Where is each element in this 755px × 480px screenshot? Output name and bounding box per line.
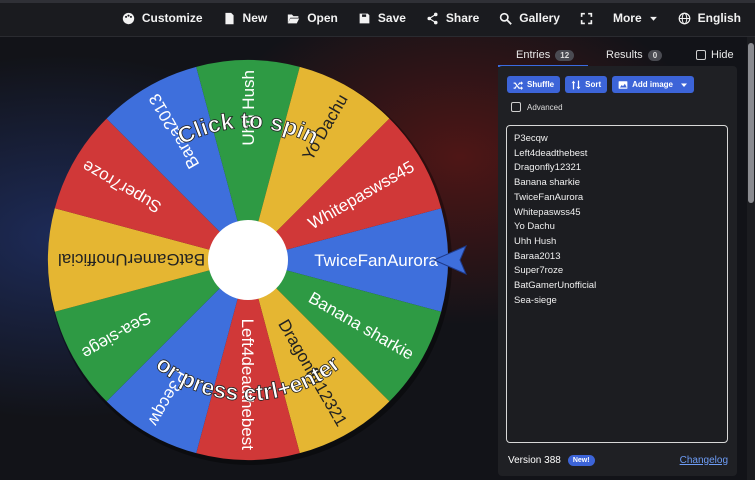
page-scrollbar[interactable]	[747, 37, 755, 480]
changelog-link[interactable]: Changelog	[680, 455, 728, 466]
advanced-label: Advanced	[527, 102, 563, 112]
sort-label: Sort	[585, 80, 602, 89]
entry-line: Whitepaswss45	[514, 206, 581, 218]
wheel-hub[interactable]	[208, 220, 288, 300]
entries-count-badge: 12	[555, 49, 575, 61]
entry-line: P3ecqw	[514, 133, 548, 144]
sort-button[interactable]: Sort	[565, 76, 608, 93]
scrollbar-thumb[interactable]	[748, 43, 754, 203]
version-footer: Version 388 New! Changelog	[508, 452, 728, 468]
shuffle-icon	[513, 80, 523, 90]
tab-entries[interactable]: Entries 12	[516, 49, 575, 61]
panel-tabs: Entries 12 Results 0 Hide	[498, 44, 737, 67]
entry-line: Left4deadthebest	[514, 147, 588, 159]
wheel-segment-label: TwiceFanAurora	[314, 251, 438, 270]
advanced-checkbox[interactable]	[511, 102, 521, 112]
shuffle-button[interactable]: Shuffle	[507, 76, 561, 93]
add-image-button[interactable]: Add image	[612, 76, 695, 93]
new-badge: New!	[567, 454, 595, 466]
sort-icon	[571, 80, 581, 89]
advanced-toggle[interactable]: Advanced	[511, 102, 563, 112]
results-count-badge: 0	[647, 49, 663, 61]
image-icon	[618, 80, 628, 89]
entry-line: BatGamerUnofficial	[514, 280, 597, 292]
tab-entries-label: Entries	[516, 49, 551, 61]
entry-line: Yo Dachu	[514, 221, 555, 233]
entry-line: Baraa2013	[514, 250, 561, 262]
add-image-label: Add image	[632, 80, 674, 89]
entries-panel: Shuffle Sort Add image Advanced P3ecqw Le…	[498, 66, 737, 476]
entry-line: Sea-siege	[514, 294, 557, 306]
hide-checkbox[interactable]	[696, 50, 706, 60]
more-menu[interactable]: More	[613, 11, 658, 25]
hide-label: Hide	[711, 49, 734, 61]
fullscreen-icon	[580, 12, 593, 24]
hide-toggle[interactable]: Hide	[696, 49, 734, 61]
language-label: English	[697, 11, 741, 25]
entry-line: Uhh Hush	[514, 235, 557, 247]
tab-results[interactable]: Results 0	[606, 49, 663, 61]
search-icon	[500, 12, 513, 25]
wheel-area[interactable]: TwiceFanAurora Banana sharkie Dragonfly123…	[0, 0, 490, 480]
wheel-segment-label: BatGamerUnofficial	[58, 250, 205, 269]
entries-textarea[interactable]: P3ecqw Left4deadthebest Dragonfly12321 Bana…	[506, 125, 728, 443]
spin-wheel[interactable]: TwiceFanAuroraBanana sharkieDragonfly123…	[0, 0, 490, 480]
gallery-label: Gallery	[519, 11, 560, 25]
fullscreen-button[interactable]	[580, 12, 593, 25]
gallery-button[interactable]: Gallery	[499, 11, 560, 25]
entry-line: TwiceFanAurora	[514, 191, 584, 203]
shuffle-label: Shuffle	[527, 80, 555, 89]
entry-line: Banana sharkie	[514, 177, 581, 189]
entry-line: Super7roze	[514, 265, 564, 277]
caret-down-icon	[649, 16, 657, 21]
version-text: Version 388	[508, 454, 561, 466]
entry-line: Dragonfly12321	[514, 162, 582, 174]
tab-results-label: Results	[606, 49, 643, 61]
language-menu[interactable]: English	[678, 11, 741, 25]
more-label: More	[612, 11, 642, 25]
caret-down-icon	[681, 83, 688, 87]
globe-icon	[678, 12, 691, 24]
panel-actions: Shuffle Sort Add image	[507, 76, 695, 93]
